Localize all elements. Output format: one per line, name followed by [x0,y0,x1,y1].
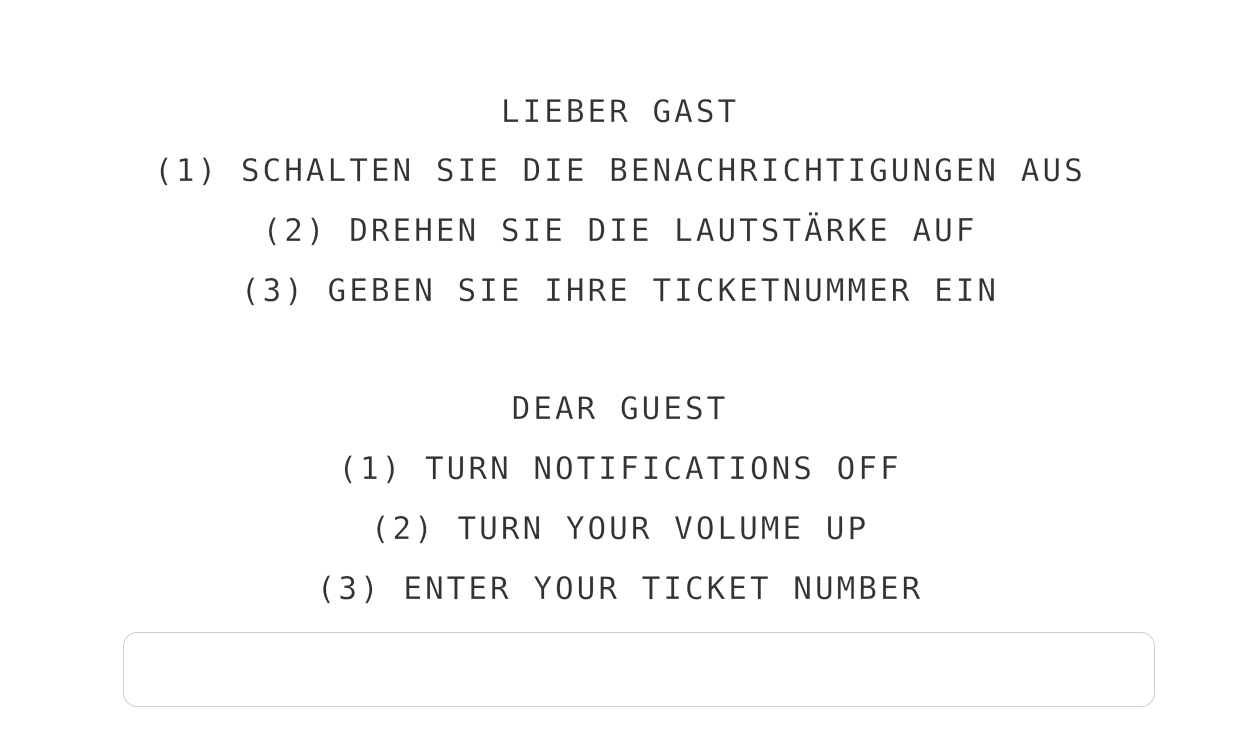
english-step-2: (2) TURN YOUR VOLUME UP [370,511,870,547]
guest-instructions-page: LIEBER GAST (1) SCHALTEN SIE DIE BENACHR… [0,0,1240,738]
german-step-1: (1) SCHALTEN SIE DIE BENACHRICHTIGUNGEN … [154,153,1086,189]
german-heading: LIEBER GAST [500,94,740,130]
german-step-3: (3) GEBEN SIE IHRE TICKETNUMMER EIN [240,273,1000,309]
german-step-2: (2) DREHEN SIE DIE LAUTSTÄRKE AUF [262,213,978,249]
ticket-number-input[interactable] [123,632,1155,707]
english-step-1: (1) TURN NOTIFICATIONS OFF [338,451,902,487]
english-heading: DEAR GUEST [511,391,729,427]
english-step-3: (3) ENTER YOUR TICKET NUMBER [316,571,924,607]
